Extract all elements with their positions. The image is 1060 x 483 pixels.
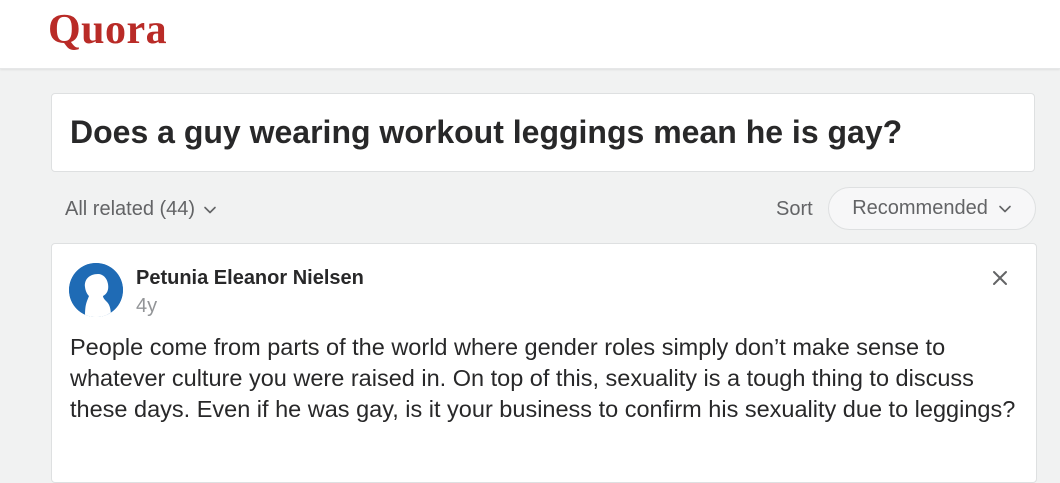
all-related-label: All related (44) (65, 198, 196, 220)
question-title[interactable]: Does a guy wearing workout leggings mean… (70, 114, 902, 151)
close-icon (993, 271, 1007, 285)
chevron-down-icon (204, 206, 216, 213)
sort-label: Sort (776, 198, 813, 220)
author-name[interactable]: Petunia Eleanor Nielsen (136, 267, 364, 290)
sort-value: Recommended (852, 197, 988, 219)
author-avatar[interactable] (69, 263, 123, 317)
profile-silhouette-icon (69, 263, 123, 317)
answers-filter-bar: All related (44) Sort Recommended (51, 186, 1037, 232)
all-related-dropdown[interactable]: All related (44) (65, 198, 217, 221)
answer-card: Petunia Eleanor Nielsen 4y People come f… (51, 243, 1037, 483)
question-card: Does a guy wearing workout leggings mean… (51, 93, 1035, 172)
dismiss-button[interactable] (988, 266, 1012, 290)
quora-logo[interactable]: Quora (48, 6, 167, 54)
top-navigation-bar: Quora (0, 0, 1060, 69)
chevron-down-icon (999, 205, 1011, 212)
sort-dropdown[interactable]: Recommended (828, 187, 1036, 230)
answer-timestamp[interactable]: 4y (136, 295, 157, 318)
answer-body: People come from parts of the world wher… (70, 334, 1016, 422)
